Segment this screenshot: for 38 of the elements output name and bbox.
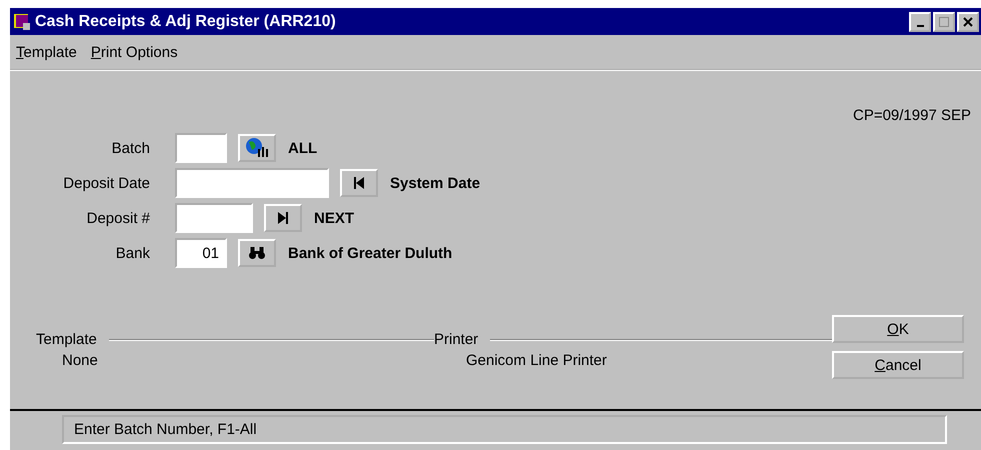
input-field[interactable]: 01 bbox=[175, 238, 227, 268]
menu-item[interactable]: Print Options bbox=[90, 44, 178, 61]
period-label: CP=09/1997 SEP bbox=[852, 107, 971, 124]
field-label: Deposit # bbox=[86, 210, 150, 226]
app-icon bbox=[13, 12, 31, 30]
field-label: Deposit Date bbox=[62, 174, 150, 192]
field-note: ALL bbox=[288, 140, 318, 156]
maximize-button[interactable] bbox=[933, 12, 955, 32]
field-note: Bank of Greater Duluth bbox=[288, 244, 452, 262]
menu-item[interactable]: Template bbox=[16, 44, 77, 61]
group-value: Genicom Line Printer bbox=[466, 352, 608, 369]
lookup-button[interactable] bbox=[264, 204, 302, 232]
field-label: Bank bbox=[114, 244, 150, 262]
group-label: Template bbox=[36, 331, 97, 348]
group-label: Printer bbox=[434, 331, 478, 348]
lookup-button[interactable] bbox=[238, 239, 276, 267]
minimize-icon bbox=[916, 24, 924, 26]
dialog-button[interactable]: OK bbox=[832, 315, 964, 343]
last-record-icon bbox=[275, 210, 291, 226]
globe-icon bbox=[244, 137, 270, 159]
maximize-icon bbox=[939, 16, 949, 26]
status-bar: Enter Batch Number, F1-All bbox=[62, 415, 947, 444]
field-label: Batch bbox=[110, 140, 150, 156]
minimize-button[interactable] bbox=[909, 12, 931, 32]
close-icon bbox=[963, 16, 973, 26]
lookup-button[interactable] bbox=[340, 169, 378, 197]
dialog-button[interactable]: Cancel bbox=[832, 351, 964, 379]
field-note: NEXT bbox=[314, 210, 354, 226]
input-field[interactable] bbox=[175, 203, 253, 233]
close-button[interactable] bbox=[957, 12, 979, 32]
binoculars-icon bbox=[248, 246, 266, 260]
lookup-button[interactable] bbox=[238, 134, 276, 162]
field-note: System Date bbox=[390, 174, 480, 192]
input-field[interactable] bbox=[175, 168, 329, 198]
window-title: Cash Receipts & Adj Register (ARR210) bbox=[35, 12, 337, 30]
input-field[interactable] bbox=[175, 133, 227, 163]
first-record-icon bbox=[351, 175, 367, 191]
group-value: None bbox=[62, 352, 99, 369]
